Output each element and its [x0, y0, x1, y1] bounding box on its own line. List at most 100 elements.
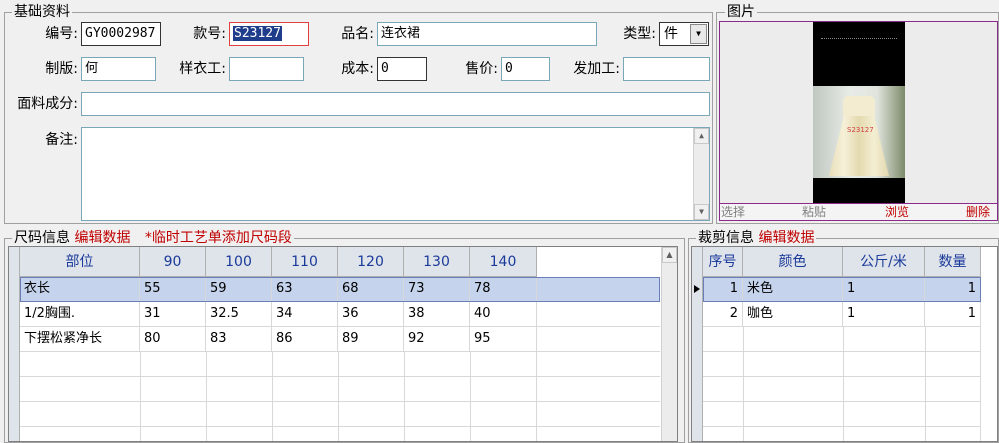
size-col-130[interactable]: 130 — [404, 247, 470, 277]
size-grid-scrollbar[interactable]: ▲ — [661, 247, 677, 441]
size-cell[interactable]: 73 — [404, 277, 470, 302]
size-cell[interactable]: 55 — [140, 277, 206, 302]
cut-grid: 序号 颜色 公斤/米 数量 1 米色 1 1 2 咖色 1 1 — [691, 246, 998, 442]
chevron-down-icon[interactable]: ▼ — [690, 24, 707, 44]
scroll-up-icon[interactable]: ▲ — [694, 128, 709, 144]
cut-grid-row-indicator — [692, 247, 703, 441]
photo-top-marks — [821, 38, 897, 41]
cut-col-color[interactable]: 颜色 — [743, 247, 843, 277]
cut-col-line-3 — [925, 327, 926, 441]
cut-cell[interactable]: 1 — [703, 277, 743, 302]
cost-field[interactable]: 0 — [377, 57, 427, 81]
style-field[interactable]: S23127 — [229, 22, 309, 46]
type-select[interactable]: 件 ▼ — [659, 22, 709, 46]
hanger-icon — [853, 88, 865, 96]
size-cell[interactable]: 83 — [206, 327, 272, 352]
cut-cell[interactable]: 1 — [843, 277, 925, 302]
size-cell[interactable]: 89 — [338, 327, 404, 352]
size-col-lines — [140, 352, 537, 441]
size-edit-link[interactable]: 编辑数据 — [74, 230, 130, 246]
cut-edit-link[interactable]: 编辑数据 — [758, 230, 814, 246]
style-label: 款号: — [193, 26, 226, 42]
size-info-title: 尺码信息 编辑数据 *临时工艺单添加尺码段 — [12, 230, 294, 246]
size-cell[interactable]: 衣长 — [20, 277, 140, 302]
size-cell[interactable]: 68 — [338, 277, 404, 302]
size-cell[interactable]: 34 — [272, 302, 338, 327]
size-grid: 部位 90 100 110 120 130 140 衣长 55 59 63 68… — [8, 246, 678, 442]
product-photo: S23127 — [813, 22, 905, 203]
cut-col-line-2 — [843, 327, 844, 441]
row-pointer-icon — [694, 285, 700, 293]
size-cell[interactable]: 86 — [272, 327, 338, 352]
paste-image-button[interactable]: 粘贴 — [802, 204, 826, 220]
size-col-110[interactable]: 110 — [272, 247, 338, 277]
photo-tag: S23127 — [847, 126, 874, 134]
size-cell[interactable]: 95 — [470, 327, 537, 352]
delete-image-button[interactable]: 删除 — [966, 204, 990, 220]
fabric-label: 面料成分: — [17, 96, 78, 112]
cut-col-kg-per-meter[interactable]: 公斤/米 — [843, 247, 925, 277]
type-label: 类型: — [623, 26, 656, 42]
name-field[interactable]: 连衣裙 — [377, 22, 597, 46]
cut-info-title: 裁剪信息 编辑数据 — [696, 230, 817, 246]
cut-cell[interactable]: 米色 — [743, 277, 843, 302]
remark-label: 备注: — [45, 132, 78, 148]
size-col-100[interactable]: 100 — [206, 247, 272, 277]
scroll-up-icon[interactable]: ▲ — [662, 247, 677, 263]
cost-label: 成本: — [341, 61, 374, 77]
basic-info-title: 基础资料 — [12, 4, 72, 20]
cut-col-qty[interactable]: 数量 — [925, 247, 981, 277]
size-info-label: 尺码信息 — [14, 230, 70, 246]
cut-col-index[interactable]: 序号 — [703, 247, 743, 277]
size-col-120[interactable]: 120 — [338, 247, 404, 277]
remark-scrollbar[interactable]: ▲ ▼ — [693, 128, 709, 220]
cut-info-label: 裁剪信息 — [698, 230, 754, 246]
photo-floor — [813, 178, 905, 203]
code-field[interactable]: GY0002987 — [81, 22, 161, 46]
size-cell[interactable]: 1/2胸围. — [20, 302, 140, 327]
cut-col-lines — [743, 327, 981, 441]
picture-title: 图片 — [725, 4, 757, 20]
size-cell[interactable]: 31 — [140, 302, 206, 327]
size-cell[interactable]: 40 — [470, 302, 537, 327]
picture-button-bar — [720, 203, 997, 220]
size-cell[interactable]: 80 — [140, 327, 206, 352]
sample-worker-label: 样衣工: — [179, 61, 226, 77]
size-col-140[interactable]: 140 — [470, 247, 537, 277]
type-select-value: 件 — [664, 26, 678, 42]
size-cell[interactable]: 63 — [272, 277, 338, 302]
pattern-field[interactable]: 何 — [81, 57, 156, 81]
outsource-field[interactable] — [623, 57, 710, 81]
pattern-label: 制版: — [45, 61, 78, 77]
price-label: 售价: — [465, 61, 498, 77]
cut-cell[interactable]: 咖色 — [743, 302, 843, 327]
size-cell[interactable]: 59 — [206, 277, 272, 302]
remark-textarea[interactable]: ▲ ▼ — [81, 127, 710, 221]
size-cell[interactable]: 下摆松紧净长 — [20, 327, 140, 352]
style-field-text: S23127 — [233, 26, 282, 41]
size-grid-row-indicator — [9, 247, 20, 441]
size-cell[interactable]: 32.5 — [206, 302, 272, 327]
cut-col-line-4 — [980, 327, 981, 441]
size-col-90[interactable]: 90 — [140, 247, 206, 277]
size-add-link[interactable]: *临时工艺单添加尺码段 — [145, 230, 292, 246]
outsource-label: 发加工: — [573, 61, 620, 77]
dress-top — [843, 96, 875, 118]
scroll-down-icon[interactable]: ▼ — [694, 204, 709, 220]
cut-cell[interactable]: 1 — [925, 277, 981, 302]
size-cell[interactable]: 36 — [338, 302, 404, 327]
cut-cell[interactable]: 1 — [925, 302, 981, 327]
size-col-part[interactable]: 部位 — [20, 247, 140, 277]
fabric-field[interactable] — [81, 92, 710, 116]
select-image-button[interactable]: 选择 — [721, 204, 745, 220]
name-label: 品名: — [341, 26, 374, 42]
sample-worker-field[interactable] — [229, 57, 304, 81]
cut-cell[interactable]: 1 — [843, 302, 925, 327]
size-cell[interactable]: 78 — [470, 277, 537, 302]
size-cell[interactable]: 38 — [404, 302, 470, 327]
price-field[interactable]: 0 — [501, 57, 550, 81]
size-cell[interactable]: 92 — [404, 327, 470, 352]
cut-cell[interactable]: 2 — [703, 302, 743, 327]
browse-image-button[interactable]: 浏览 — [885, 204, 909, 220]
code-label: 编号: — [45, 26, 78, 42]
